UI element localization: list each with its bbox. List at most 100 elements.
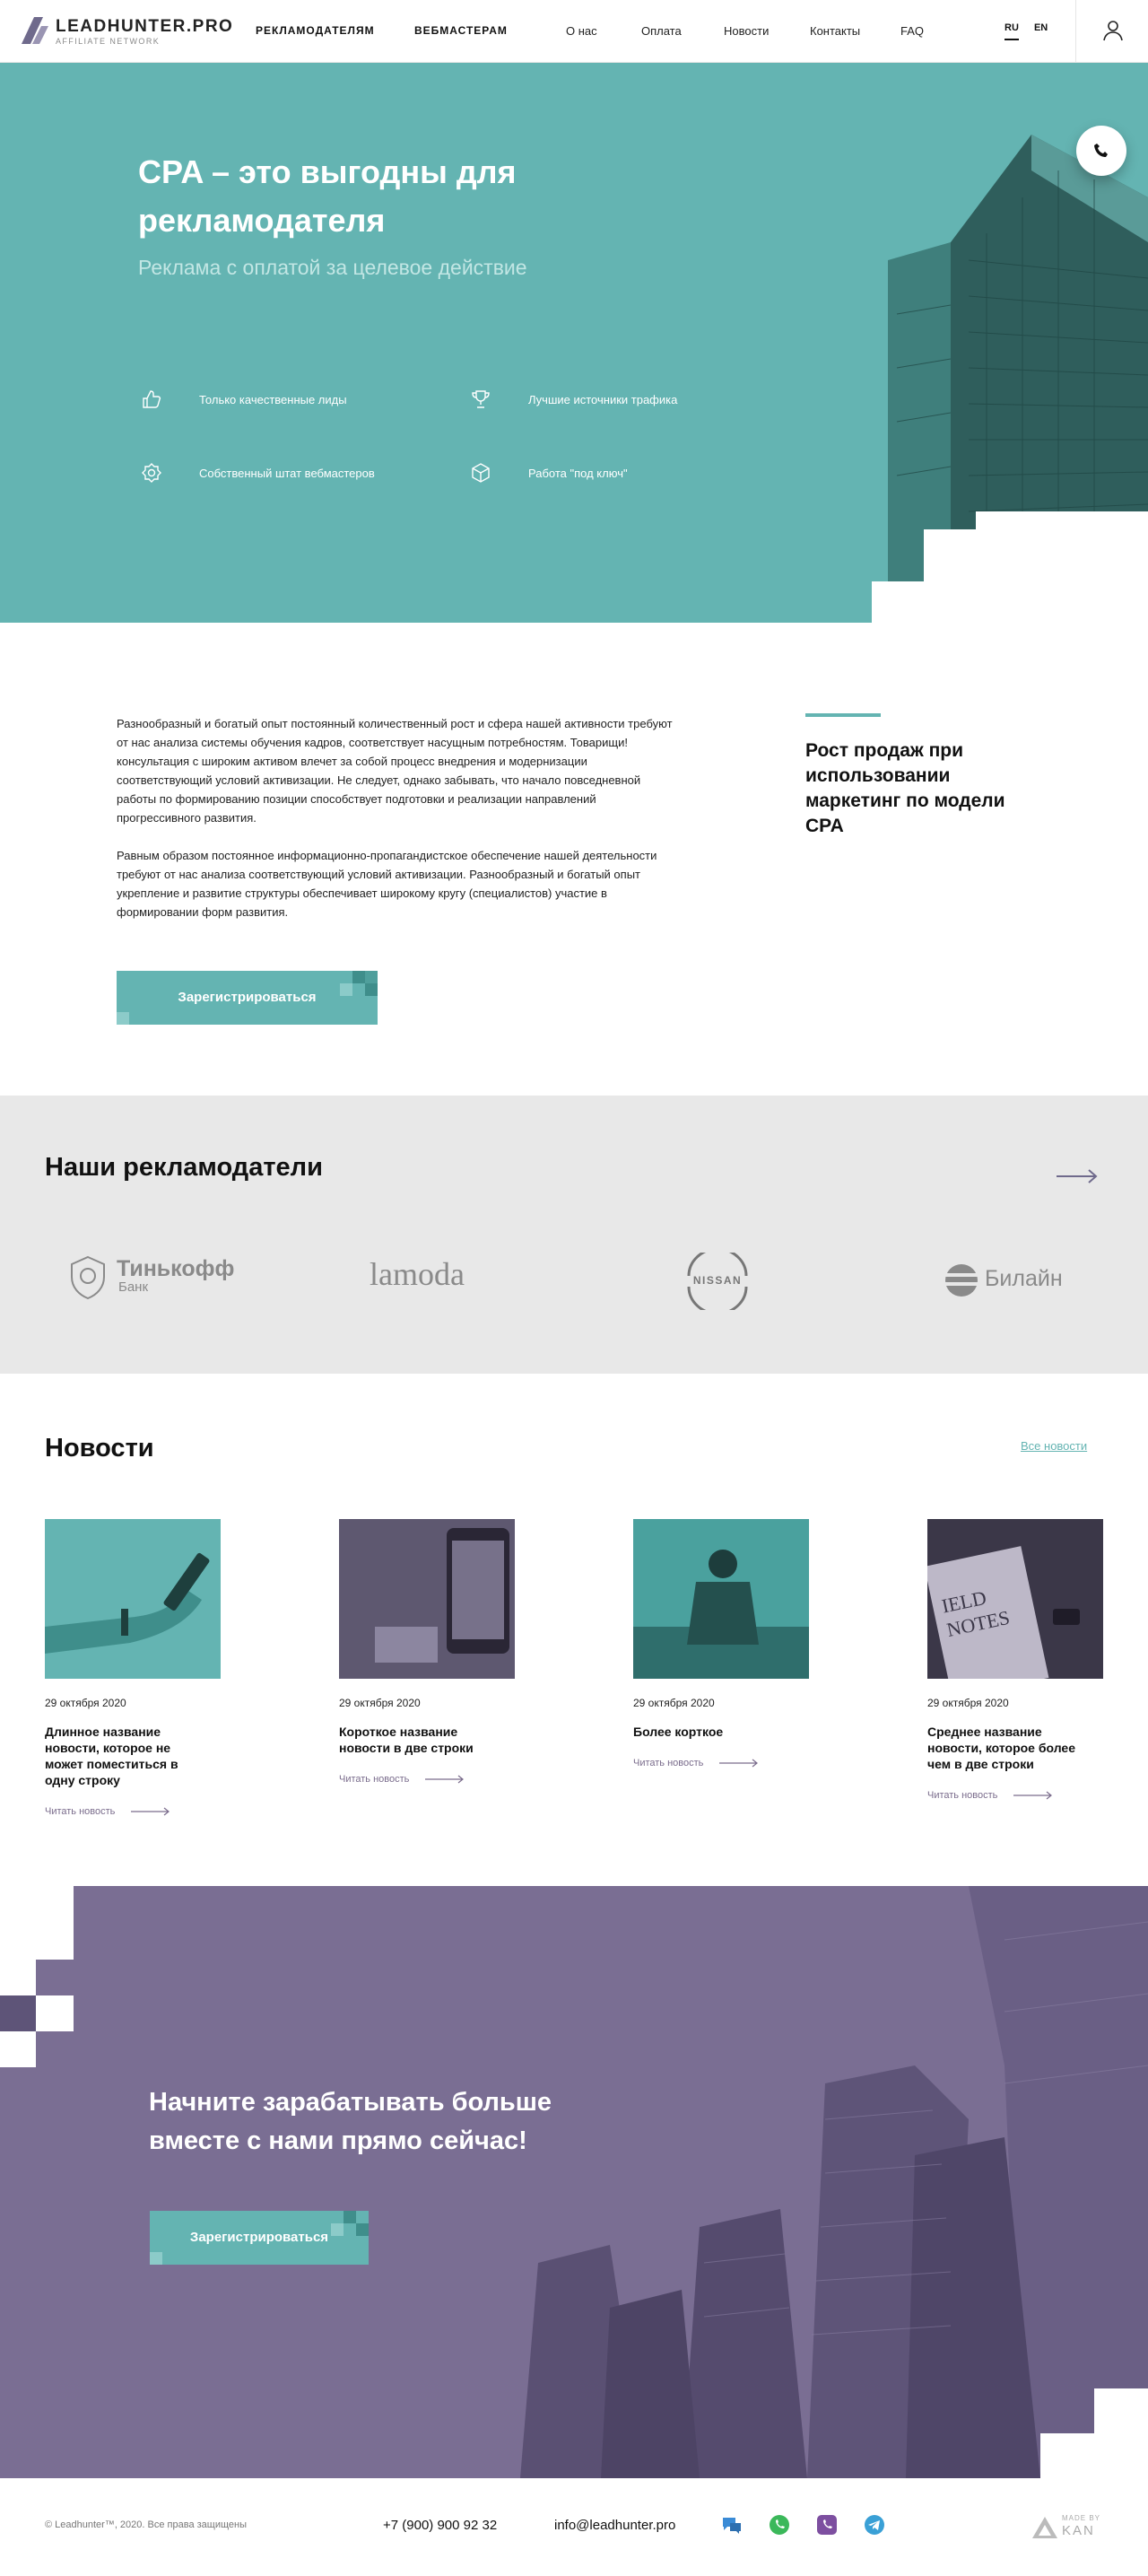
feature-traffic-sources: Лучшие источники трафика [471, 389, 677, 409]
pixel-decoration [0, 1995, 36, 2031]
chat-icon[interactable] [721, 2514, 743, 2536]
arrow-right-icon [1013, 1791, 1053, 1800]
news-image[interactable] [339, 1519, 515, 1679]
logo-text: LEADHUNTER.PRO [56, 17, 234, 36]
nav-advertisers[interactable]: РЕКЛАМОДАТЕЛЯМ [256, 24, 375, 37]
nav-contacts[interactable]: Контакты [810, 24, 860, 38]
all-news-link[interactable]: Все новости [1021, 1439, 1087, 1453]
arrow-right-icon [719, 1759, 759, 1768]
advertisers-section: Наши рекламодатели Тинькофф Банк lamoda … [0, 1096, 1148, 1374]
beeline-name: Билайн [985, 1266, 1063, 1291]
nav-payment[interactable]: Оплата [641, 24, 682, 38]
about-side-title: Рост продаж при использовании маркетинг … [805, 740, 1005, 836]
feature-label: Лучшие источники трафика [528, 392, 678, 406]
pixel-decoration [117, 1012, 129, 1025]
read-more-label: Читать новость [633, 1758, 704, 1768]
about-paragraph-2: Равным образом постоянное информационно-… [117, 849, 657, 919]
pixel-decoration [344, 2211, 356, 2223]
news-date: 29 октября 2020 [927, 1697, 1009, 1709]
news-title-text[interactable]: Среднее название новости, которое более … [927, 1724, 1089, 1772]
cta-register-button[interactable]: Зарегистрироваться [150, 2211, 369, 2265]
pixel-decoration [150, 2252, 162, 2265]
footer-email[interactable]: info@leadhunter.pro [554, 2518, 675, 2533]
feature-webmasters: Собственный штат вебмастеров [142, 463, 375, 483]
viber-icon[interactable] [816, 2514, 838, 2536]
pixel-decoration [0, 1960, 36, 1995]
logo[interactable]: LEADHUNTER.PRO AFFILIATE NETWORK [20, 15, 232, 48]
trophy-icon [472, 390, 490, 408]
callback-button[interactable] [1076, 126, 1126, 176]
news-image[interactable]: IELD NOTES [927, 1519, 1103, 1679]
read-more-link[interactable]: Читать новость [45, 1806, 224, 1817]
news-title-text[interactable]: Длинное название новости, которое не мож… [45, 1724, 206, 1788]
news-card[interactable]: 29 октября 2020 Более корткое Читать нов… [633, 1519, 813, 1768]
copyright-text: © Leadhunter™, 2020. Все права защищены [45, 2519, 247, 2530]
lang-ru[interactable]: RU [1004, 22, 1019, 40]
box-icon [472, 463, 490, 483]
read-more-link[interactable]: Читать новость [927, 1790, 1107, 1801]
hero-subtitle: Реклама с оплатой за целевое действие [138, 256, 527, 279]
news-image[interactable] [45, 1519, 221, 1679]
footer-phone[interactable]: +7 (900) 900 92 32 [383, 2518, 497, 2533]
about-text: Разнообразный и богатый опыт постоянный … [117, 714, 673, 940]
news-date: 29 октября 2020 [339, 1697, 421, 1709]
phone-icon [1094, 144, 1108, 157]
site-header: LEADHUNTER.PRO AFFILIATE NETWORK РЕКЛАМО… [0, 0, 1148, 63]
made-by-label: MADE BY [1062, 2514, 1101, 2522]
cta-register-button-label: Зарегистрироваться [189, 2230, 329, 2245]
brand-beeline[interactable]: Билайн [944, 1262, 1078, 1298]
news-date: 29 октября 2020 [633, 1697, 715, 1709]
brand-lamoda[interactable]: lamoda [370, 1255, 465, 1293]
arrow-right-icon[interactable] [1055, 1167, 1098, 1185]
notebook-illustration: IELD NOTES [927, 1519, 1103, 1679]
hero-building-illustration [872, 135, 1148, 623]
nav-faq[interactable]: FAQ [900, 24, 924, 38]
user-account-button[interactable] [1075, 0, 1148, 63]
lang-en[interactable]: EN [1034, 22, 1048, 39]
news-card[interactable]: 29 октября 2020 Короткое название новост… [339, 1519, 518, 1785]
read-more-label: Читать новость [339, 1774, 410, 1785]
read-more-link[interactable]: Читать новость [633, 1758, 813, 1768]
read-more-label: Читать новость [927, 1790, 998, 1801]
nav-about[interactable]: О нас [566, 24, 597, 38]
pixel-decoration [356, 2223, 369, 2236]
logo-subtext: AFFILIATE NETWORK [56, 37, 161, 46]
nav-news[interactable]: Новости [724, 24, 769, 38]
person-sitting-illustration [633, 1519, 809, 1679]
news-image[interactable] [633, 1519, 809, 1679]
thumbs-up-icon [143, 390, 161, 408]
register-button-label: Зарегистрироваться [178, 990, 317, 1005]
brand-nissan[interactable]: NISSAN [682, 1253, 753, 1310]
pixel-decoration [365, 971, 378, 983]
cta-section: Начните зарабатывать больше вместе с нам… [0, 1886, 1148, 2478]
telegram-icon[interactable] [864, 2514, 885, 2536]
news-card[interactable]: 29 октября 2020 Длинное название новости… [45, 1519, 224, 1817]
hand-phone-illustration [45, 1552, 210, 1654]
feature-label: Только качественные лиды [199, 392, 347, 406]
pixel-decoration [0, 2031, 36, 2067]
arrow-right-icon [131, 1807, 170, 1816]
read-more-link[interactable]: Читать новость [339, 1774, 518, 1785]
nissan-name: NISSAN [692, 1274, 743, 1287]
site-footer: © Leadhunter™, 2020. Все права защищены … [0, 2478, 1148, 2576]
pixel-decoration [0, 1886, 74, 1960]
feature-label: Работа "под ключ" [528, 466, 628, 480]
feature-turnkey: Работа "под ключ" [471, 463, 628, 483]
accent-line [805, 713, 881, 717]
logo-mark-icon [22, 17, 48, 44]
news-title-text[interactable]: Короткое название новости в две строки [339, 1724, 500, 1756]
nav-webmasters[interactable]: ВЕБМАСТЕРАМ [414, 24, 508, 37]
news-card[interactable]: IELD NOTES 29 октября 2020 Среднее назва… [927, 1519, 1107, 1801]
arrow-right-icon [425, 1775, 465, 1784]
register-button[interactable]: Зарегистрироваться [117, 971, 378, 1025]
pixel-decoration [36, 1995, 74, 2031]
tinkoff-logo-icon [71, 1255, 105, 1300]
whatsapp-icon[interactable] [769, 2514, 790, 2536]
phone-screen-illustration [339, 1519, 515, 1679]
news-date: 29 октября 2020 [45, 1697, 126, 1709]
pixel-decoration [340, 983, 352, 996]
beeline-logo-icon [945, 1264, 978, 1297]
language-switcher: RU EN [1004, 22, 1060, 40]
made-by-logo-icon [1032, 2517, 1057, 2538]
news-title-text[interactable]: Более корткое [633, 1724, 795, 1740]
